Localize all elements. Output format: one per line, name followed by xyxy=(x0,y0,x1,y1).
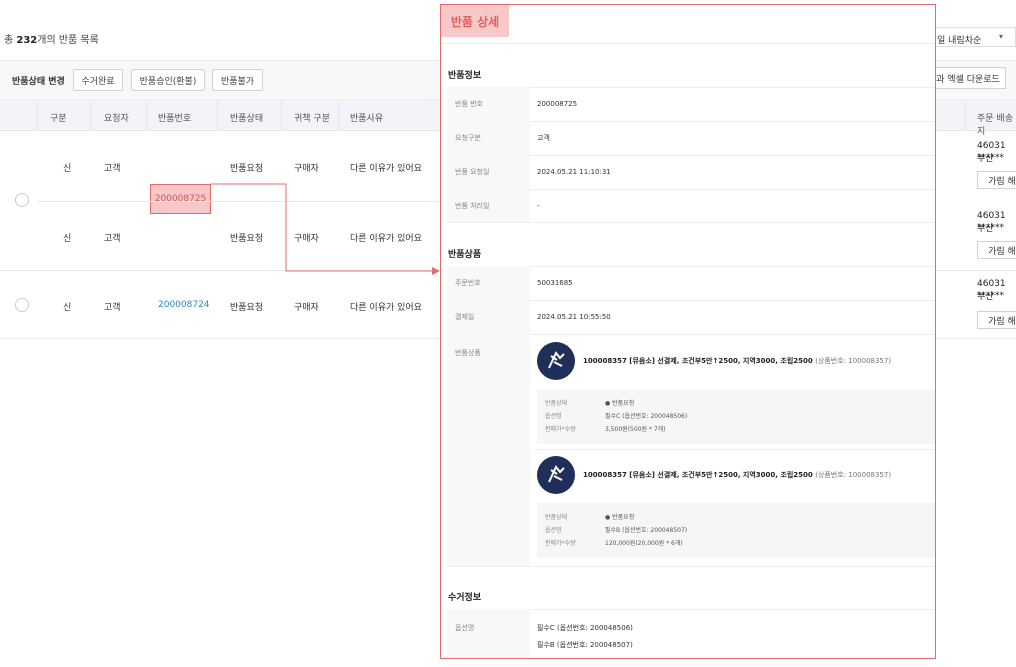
return-number-link[interactable]: 200008724 xyxy=(158,300,210,310)
status-badge: ● 반품요청 xyxy=(605,514,635,521)
row-radio[interactable] xyxy=(15,193,29,207)
panel-title: 반품 상세 xyxy=(441,5,509,37)
th-reason: 반품사유 xyxy=(350,114,384,124)
return-detail-panel: 반품 상세 반품정보 반품 번호 200008725 요청구분 고객 반품 요청일 2… xyxy=(440,4,936,659)
row-reason: 다른 이유가 있어요 xyxy=(350,164,422,174)
info-row: 주문번호 50031685 xyxy=(447,266,935,300)
info-row: 요청구분 고객 xyxy=(447,121,935,155)
chevron-down-icon: ▾ xyxy=(998,32,1003,41)
product-detail-box: 반품상태 ● 반품요청 옵션명 필수B (옵션번호: 200048507) 판매가*… xyxy=(537,503,935,558)
row-radio[interactable] xyxy=(15,298,29,312)
masked-text: ****** xyxy=(977,291,1004,301)
info-row: 반품 요청일 2024.05.21 11:10:31 xyxy=(447,155,935,189)
info-row: 반품 처리일 - xyxy=(447,189,935,223)
th-requester: 요청자 xyxy=(104,114,129,124)
row-status: 반품요청 xyxy=(230,303,264,313)
unmask-button[interactable]: 가림 해 xyxy=(977,171,1016,189)
th-status: 반품상태 xyxy=(230,114,264,124)
row-requester: 고객 xyxy=(104,303,121,313)
unmask-button[interactable]: 가림 해 xyxy=(977,241,1016,259)
product-name: 100008357 [뮤음소] 선결제, 조건부5만↑2500, 지역3000,… xyxy=(583,471,892,479)
return-number-link-highlighted[interactable]: 200008725 xyxy=(150,184,211,214)
total-count: 232 xyxy=(16,35,38,46)
product-name: 100008357 [뮤음소] 선결제, 조건부5만↑2500, 지역3000,… xyxy=(583,357,892,365)
section-pickup-info: 수거정보 xyxy=(448,593,482,603)
approve-refund-button[interactable]: 반품승인(환불) xyxy=(131,69,205,91)
status-badge: ● 반품요청 xyxy=(605,400,635,407)
info-row: 반품 번호 200008725 xyxy=(447,87,935,121)
th-return-no: 반품번호 xyxy=(158,114,192,124)
row-fault: 구매자 xyxy=(294,303,319,313)
row-requester: 고객 xyxy=(104,234,121,244)
info-row: 결제일 2024.05.21 10:55:50 xyxy=(447,300,935,334)
reject-return-button[interactable]: 반품불가 xyxy=(212,69,263,91)
row-reason: 다른 이유가 있어요 xyxy=(350,303,422,313)
brand-logo-icon xyxy=(537,342,575,380)
th-fault: 귀책 구분 xyxy=(294,114,330,124)
masked-text: ****** xyxy=(977,153,1004,163)
row-requester: 고객 xyxy=(104,164,121,174)
sort-select[interactable]: 일 내림차순 ▾ xyxy=(930,27,1016,47)
row-gubun: 신 xyxy=(63,303,72,313)
product-item: 100008357 [뮤음소] 선결제, 조건부5만↑2500, 지역3000,… xyxy=(537,456,935,566)
row-fault: 구매자 xyxy=(294,164,319,174)
row-gubun: 신 xyxy=(63,234,72,244)
row-gubun: 신 xyxy=(63,164,72,174)
th-address: 주문 배송지 xyxy=(977,114,1013,137)
section-return-info: 반품정보 xyxy=(448,71,482,81)
unmask-button[interactable]: 가림 해 xyxy=(977,311,1016,329)
brand-logo-icon xyxy=(537,456,575,494)
section-return-products: 반품상품 xyxy=(448,250,482,260)
connector-arrow xyxy=(211,183,440,275)
excel-download-button[interactable]: 과 엑셀 다운로드 xyxy=(930,67,1006,89)
product-detail-box: 반품상태 ● 반품요청 옵션명 필수C (옵션번호: 200048506) 판매가*… xyxy=(537,389,935,444)
masked-text: ****** xyxy=(977,223,1004,233)
th-gubun: 구분 xyxy=(50,114,67,124)
row-status: 반품요청 xyxy=(230,164,264,174)
pickup-complete-button[interactable]: 수거완료 xyxy=(73,69,123,91)
pickup-row: 옵션명 필수C (옵션번호: 200048506) 필수B (옵션번호: 200… xyxy=(447,609,935,658)
status-change-label: 반품상태 변경 xyxy=(12,77,65,87)
total-count-text: 총 232개의 반품 목록 xyxy=(4,35,99,46)
product-item: 100008357 [뮤음소] 선결제, 조건부5만↑2500, 지역3000,… xyxy=(537,342,935,452)
